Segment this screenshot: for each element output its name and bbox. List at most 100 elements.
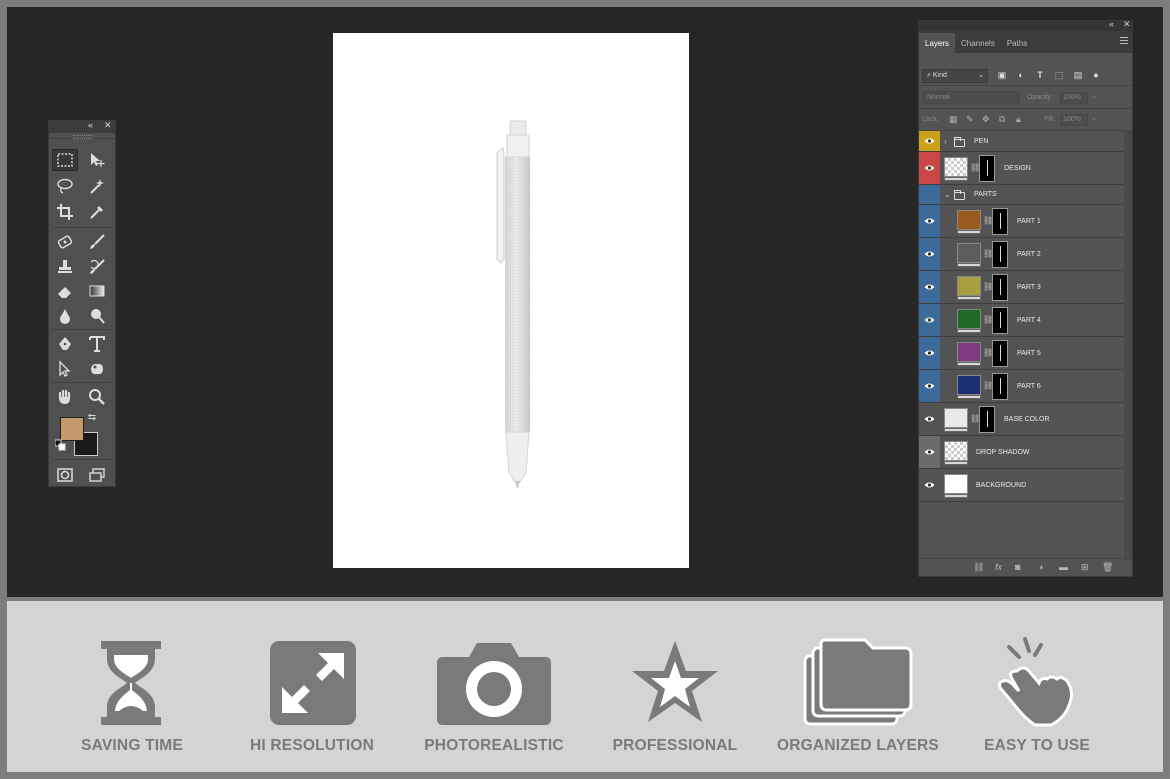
healing-brush-icon[interactable] (52, 231, 78, 253)
layer-mask-thumbnail[interactable] (992, 373, 1008, 400)
crop-icon[interactable] (52, 201, 78, 223)
layer-row[interactable]: ⛓︎ PART 1 (919, 205, 1125, 238)
layer-row[interactable]: ⛓︎ PART 4 (919, 304, 1125, 337)
lock-transparency-icon[interactable]: ▦ (949, 114, 958, 125)
custom-shape-icon[interactable] (84, 358, 110, 380)
zoom-icon[interactable] (84, 386, 110, 408)
layer-mask-thumbnail[interactable] (992, 340, 1008, 367)
thumbnail-base (957, 296, 981, 300)
path-selection-icon[interactable] (52, 358, 78, 380)
visibility-eye-icon[interactable] (919, 271, 940, 303)
feature-label-easy-to-use: EASY TO USE (984, 737, 1090, 754)
folder-icon[interactable]: ▬ (1059, 562, 1068, 572)
layer-row[interactable]: ⛓︎ BASE COLOR (919, 403, 1125, 436)
fx-icon[interactable]: fx (995, 562, 1002, 572)
layer-mask-thumbnail[interactable] (979, 406, 995, 433)
visibility-eye-icon[interactable] (919, 152, 940, 184)
chevron-right-icon[interactable]: › (944, 137, 947, 146)
document-canvas[interactable] (333, 33, 689, 568)
fill-field[interactable]: 100% (1060, 114, 1088, 126)
magic-wand-icon[interactable] (84, 175, 110, 197)
close-icon[interactable]: ✕ (1123, 19, 1131, 30)
shape-filter-icon[interactable]: ⬚ (1054, 70, 1064, 80)
hand-icon[interactable] (52, 386, 78, 408)
panel-menu-icon[interactable] (1120, 37, 1128, 44)
clone-stamp-icon[interactable] (52, 256, 78, 278)
lock-position-icon[interactable]: ✥ (982, 114, 990, 125)
gradient-icon[interactable] (84, 280, 110, 302)
visibility-eye-icon[interactable] (919, 185, 940, 204)
pen-icon[interactable] (52, 333, 78, 355)
layer-mask-thumbnail[interactable] (992, 241, 1008, 268)
blend-mode-select[interactable]: Normal (922, 91, 1020, 104)
filter-row: ⌕ Kind ⌄ ▣ ◐ T ⬚ ▤ ● (919, 64, 1132, 86)
visibility-eye-icon[interactable] (919, 238, 940, 270)
smart-object-filter-icon[interactable]: ▤ (1073, 70, 1083, 80)
visibility-eye-icon[interactable] (919, 469, 940, 501)
default-colors-icon[interactable] (55, 439, 67, 452)
lock-all-icon[interactable]: 🔒︎ (1016, 114, 1021, 125)
layer-row[interactable]: DROP SHADOW (919, 436, 1125, 469)
lock-artboard-icon[interactable]: ⧉ (999, 114, 1005, 125)
layer-mask-thumbnail[interactable] (992, 274, 1008, 301)
visibility-eye-icon[interactable] (919, 304, 940, 336)
chevron-down-icon[interactable]: ⌄ (944, 190, 951, 199)
layer-row[interactable]: ⛓︎ PART 2 (919, 238, 1125, 271)
eyedropper-icon[interactable] (84, 201, 110, 223)
rectangular-marquee-icon[interactable] (52, 149, 78, 171)
type-filter-icon[interactable]: T (1035, 70, 1045, 80)
brush-icon[interactable] (84, 231, 110, 253)
toolbox-grip[interactable] (49, 133, 115, 139)
collapse-icon[interactable]: « (88, 120, 93, 130)
layer-row[interactable]: ⛓︎ DESIGN (919, 152, 1125, 185)
type-icon[interactable] (84, 333, 110, 355)
opacity-field[interactable]: 100% (1060, 92, 1088, 104)
move-icon[interactable] (84, 149, 110, 171)
tab-paths[interactable]: Paths (1001, 33, 1033, 53)
chevron-down-icon[interactable]: ⌄ (1091, 114, 1097, 122)
adjustment-filter-icon[interactable]: ◐ (1016, 70, 1026, 80)
tab-channels[interactable]: Channels (955, 33, 1001, 53)
visibility-eye-icon[interactable] (919, 370, 940, 402)
visibility-eye-icon[interactable] (919, 403, 940, 435)
quick-mask-icon[interactable] (52, 464, 78, 486)
layer-mask-thumbnail[interactable] (992, 208, 1008, 235)
lock-pixels-icon[interactable]: ✎ (966, 114, 974, 125)
layer-name: DROP SHADOW (976, 448, 1030, 456)
layer-row[interactable]: ⛓︎ PART 3 (919, 271, 1125, 304)
visibility-eye-icon[interactable] (919, 436, 940, 468)
mask-icon[interactable]: ◙ (1015, 562, 1020, 572)
swap-colors-icon[interactable]: ⇆ (85, 410, 99, 424)
collapse-icon[interactable]: « (1109, 19, 1114, 29)
visibility-eye-icon[interactable] (919, 131, 940, 151)
layer-row[interactable]: ⛓︎ PART 5 (919, 337, 1125, 370)
link-icon[interactable]: ⛓︎ (973, 562, 984, 573)
layer-row[interactable]: ⌄ PARTS (919, 185, 1125, 205)
dodge-icon[interactable] (84, 305, 110, 327)
trash-icon[interactable]: 🗑︎ (1102, 562, 1113, 573)
layers-scrollbar[interactable] (1124, 131, 1132, 561)
filter-kind-select[interactable]: ⌕ Kind ⌄ (922, 69, 988, 83)
feature-label-professional: PROFESSIONAL (612, 737, 738, 754)
lasso-icon[interactable] (52, 175, 78, 197)
layer-mask-thumbnail[interactable] (979, 155, 995, 182)
tab-layers[interactable]: Layers (919, 33, 956, 53)
eraser-icon[interactable] (52, 280, 78, 302)
history-brush-icon[interactable] (84, 256, 110, 278)
chevron-down-icon[interactable]: ⌄ (1091, 92, 1097, 100)
new-layer-icon[interactable]: ⊞ (1081, 562, 1089, 573)
adjustment-icon[interactable]: ◑ (1038, 562, 1043, 572)
screen-mode-icon[interactable] (84, 464, 110, 486)
folder-icon (954, 190, 965, 200)
layer-name: PART 1 (1017, 217, 1041, 225)
visibility-eye-icon[interactable] (919, 205, 940, 237)
filter-toggle-icon[interactable]: ● (1091, 70, 1101, 80)
layer-row[interactable]: ⛓︎ PART 6 (919, 370, 1125, 403)
blur-icon[interactable] (52, 305, 78, 327)
layer-row[interactable]: BACKGROUND (919, 469, 1125, 502)
layer-row[interactable]: › PEN (919, 131, 1125, 152)
visibility-eye-icon[interactable] (919, 337, 940, 369)
close-icon[interactable]: ✕ (104, 120, 112, 131)
pixel-filter-icon[interactable]: ▣ (997, 70, 1007, 80)
layer-mask-thumbnail[interactable] (992, 307, 1008, 334)
